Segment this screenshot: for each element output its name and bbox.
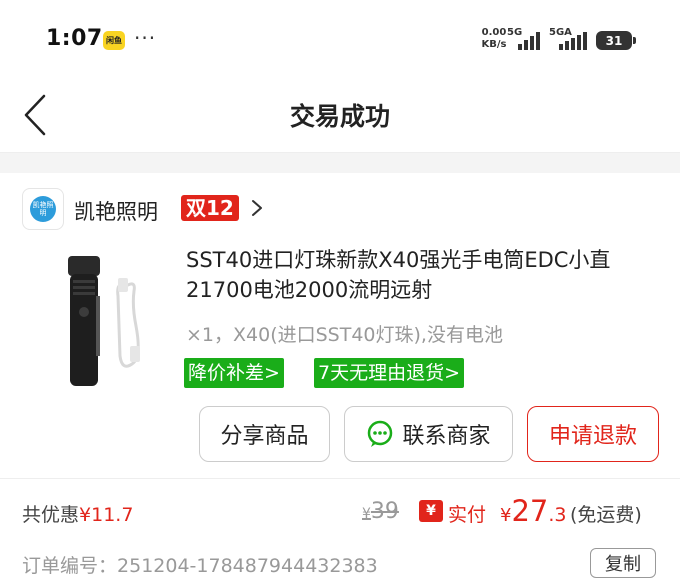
app-notification-icon: 闲鱼 — [103, 31, 125, 50]
paid-integer: 27 — [511, 494, 549, 528]
yen-icon: ¥ — [419, 500, 443, 522]
order-number: 251204-178487944432383 — [117, 555, 378, 577]
promo-badge: 双12 — [181, 195, 239, 221]
discount-summary: 共优惠¥11.7 — [22, 500, 133, 527]
signal-strength-icon — [518, 32, 540, 50]
section-gap — [0, 153, 680, 173]
network-speed-unit: KB/s — [481, 39, 507, 50]
shop-name[interactable]: 凯艳照明 — [74, 196, 158, 226]
original-price-symbol: ¥ — [362, 506, 371, 522]
original-price: ¥39 — [362, 499, 399, 524]
paid-decimal: .3 — [548, 504, 567, 526]
discount-value: ¥11.7 — [79, 504, 134, 526]
request-refund-button[interactable]: 申请退款 — [527, 406, 659, 462]
return-policy-tag[interactable]: 7天无理由退货> — [314, 358, 465, 388]
page-title: 交易成功 — [289, 102, 390, 131]
paid-symbol: ¥ — [500, 505, 512, 526]
more-notifications-icon: ··· — [134, 26, 157, 50]
paid-amount: ¥27.3 — [500, 494, 567, 528]
product-image[interactable] — [56, 246, 166, 391]
order-number-label: 订单编号： — [22, 555, 118, 577]
paid-label: 实付 — [448, 504, 487, 526]
product-title[interactable]: SST40进口灯珠新款X40强光手电筒EDC小直21700电池2000流明远射 — [186, 245, 656, 305]
price-protection-tag[interactable]: 降价补差> — [184, 358, 284, 388]
battery-tip — [633, 37, 636, 44]
contact-seller-label: 联系商家 — [402, 424, 491, 449]
status-time: 1:07 — [46, 26, 103, 51]
chat-icon — [368, 420, 393, 447]
copy-order-button[interactable]: 复制 — [590, 548, 656, 578]
order-number-row: 订单编号：251204-178487944432383 — [22, 551, 378, 578]
battery-icon: 31 — [596, 31, 632, 50]
product-spec: ×1，X40(进口SST40灯珠),没有电池 — [186, 324, 503, 346]
shop-logo-mark: 凯艳照明 — [30, 196, 56, 222]
discount-label: 共优惠 — [22, 504, 80, 526]
signal-strength-2-icon — [559, 32, 587, 50]
divider — [0, 478, 680, 479]
contact-seller-button[interactable]: 联系商家 — [344, 406, 513, 462]
original-price-value: 39 — [370, 499, 399, 524]
share-product-button[interactable]: 分享商品 — [199, 406, 330, 462]
chevron-right-icon[interactable] — [250, 198, 264, 218]
shop-logo[interactable]: 凯艳照明 — [22, 188, 64, 230]
shipping-note: (免运费) — [570, 504, 642, 526]
